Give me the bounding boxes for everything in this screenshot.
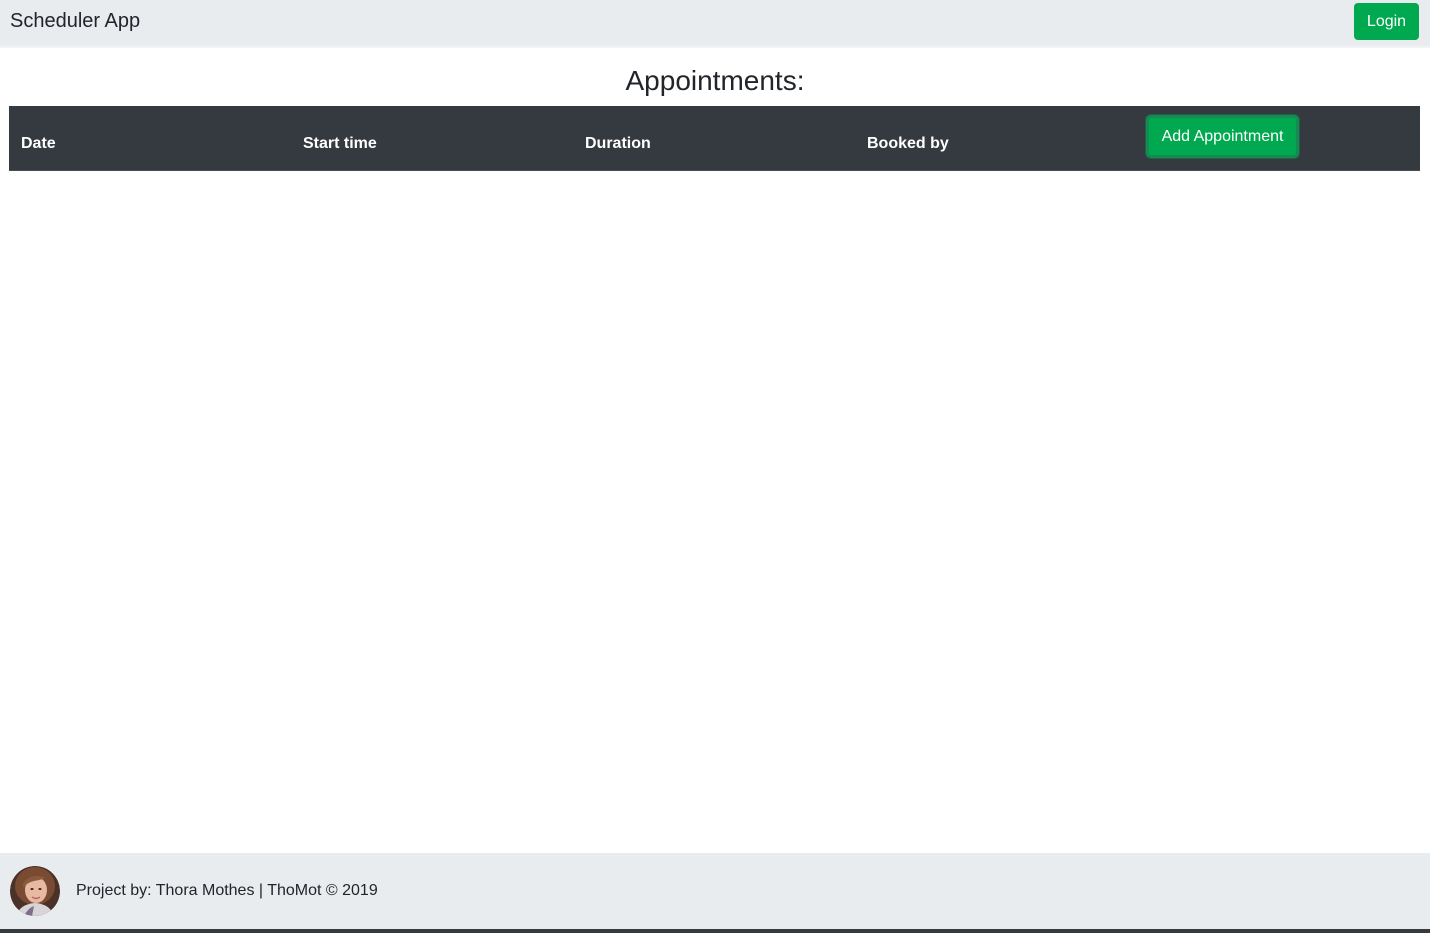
page-title: Appointments: bbox=[625, 65, 805, 96]
page: Scheduler App Login Appointments: Date S… bbox=[0, 0, 1430, 933]
column-header-duration: Duration bbox=[585, 135, 651, 152]
login-button[interactable]: Login bbox=[1354, 3, 1419, 40]
appointments-table-header: Date Start time Duration Booked by Add A… bbox=[9, 106, 1420, 171]
brand-link[interactable]: Scheduler App bbox=[10, 10, 140, 32]
column-header-start-time: Start time bbox=[303, 135, 377, 152]
profile-photo-icon bbox=[10, 866, 60, 916]
column-header-date: Date bbox=[21, 135, 56, 152]
add-appointment-button[interactable]: Add Appointment bbox=[1146, 115, 1299, 158]
navbar: Scheduler App Login bbox=[0, 0, 1430, 48]
footer: Project by: Thora Mothes | ThoMot © 2019 bbox=[0, 853, 1430, 933]
avatar[interactable] bbox=[10, 866, 60, 916]
column-header-booked-by: Booked by bbox=[867, 135, 949, 152]
footer-credit-text: Project by: Thora Mothes | ThoMot © 2019 bbox=[76, 882, 378, 899]
